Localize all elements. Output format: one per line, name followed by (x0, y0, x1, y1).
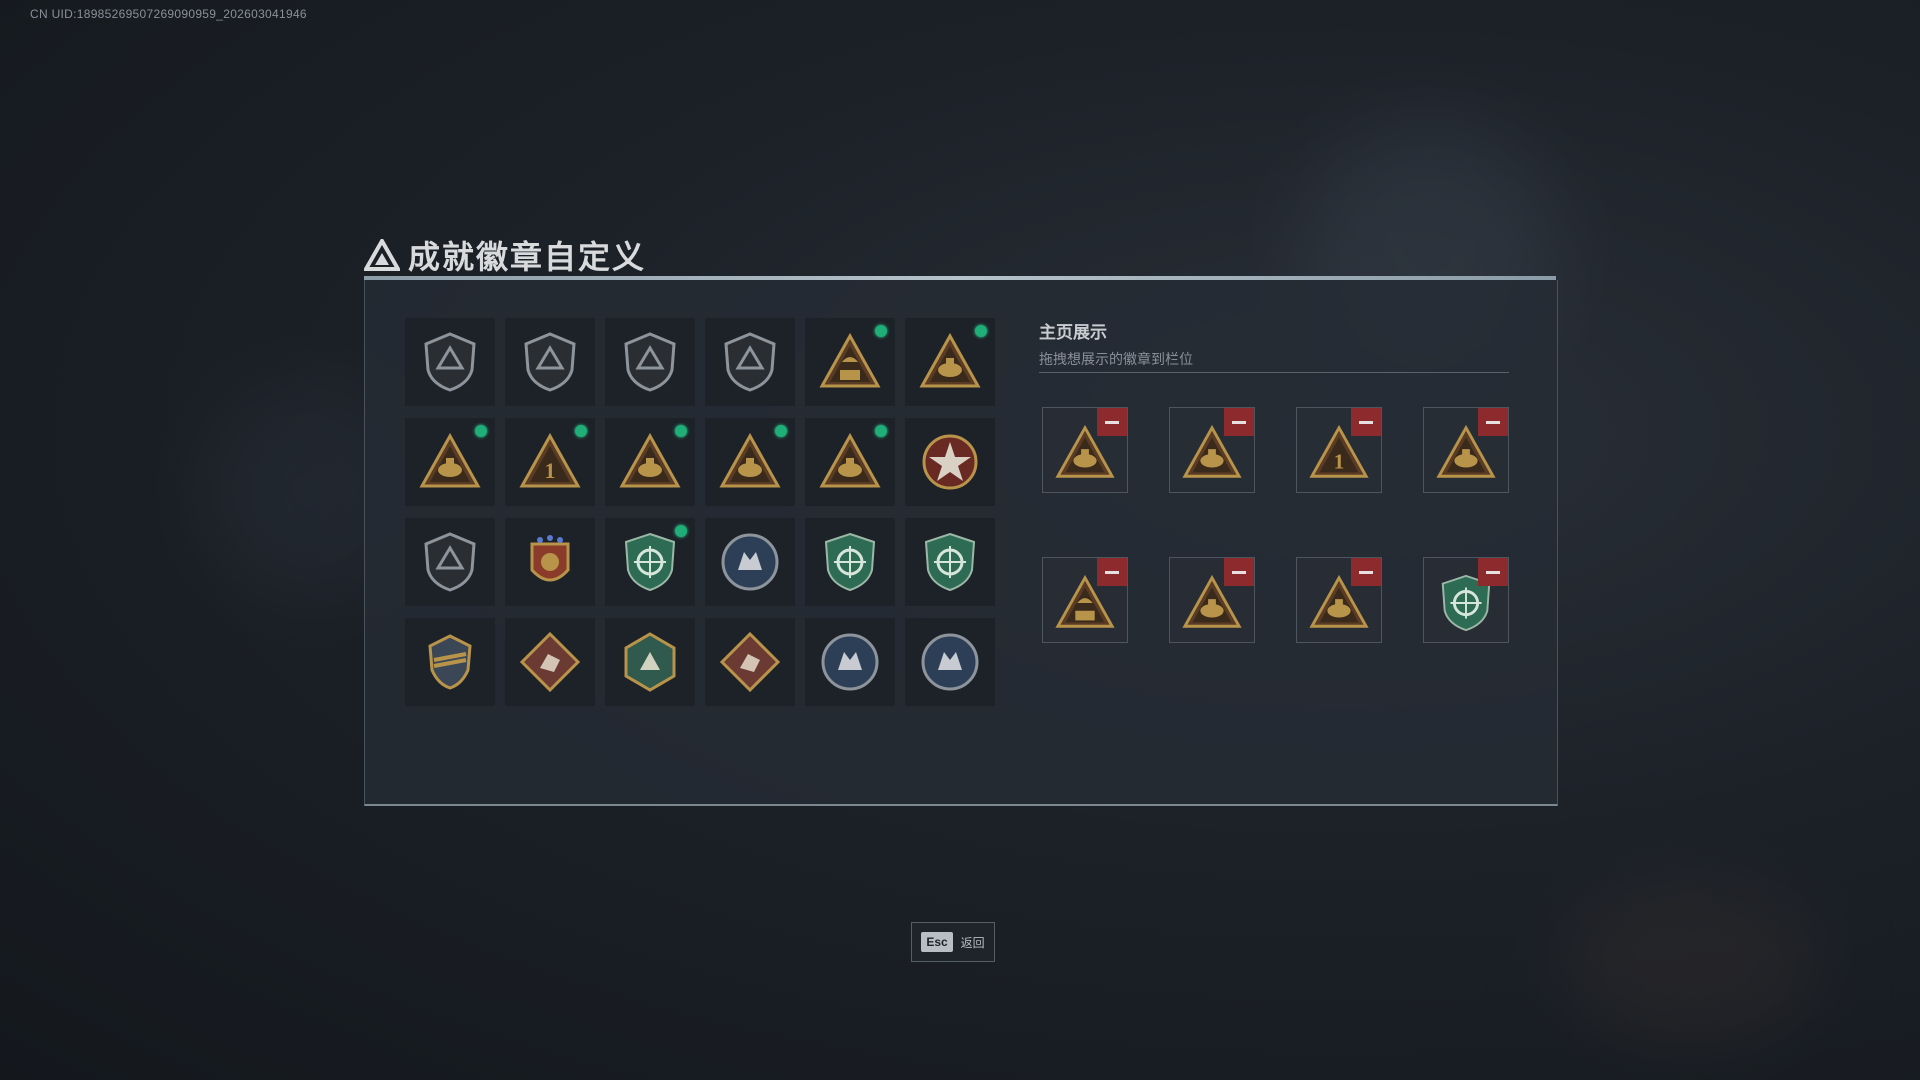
new-indicator-dot (675, 525, 687, 537)
gold-wing-crest-icon (428, 634, 472, 690)
round-wolf-alt-icon (921, 633, 979, 691)
remove-badge-button[interactable] (1351, 408, 1381, 436)
remove-badge-button[interactable] (1224, 558, 1254, 586)
badge-cell[interactable] (605, 518, 695, 606)
badge-cell[interactable] (405, 318, 495, 406)
badge-cell[interactable] (805, 318, 895, 406)
badge-cell[interactable] (605, 618, 695, 706)
badge-cell[interactable] (605, 318, 695, 406)
display-slot[interactable] (1169, 557, 1255, 643)
badge-cell[interactable] (805, 618, 895, 706)
triangle-soldiers-icon (819, 432, 881, 488)
badge-cell[interactable] (705, 418, 795, 506)
back-label: 返回 (960, 935, 985, 950)
badge-cell[interactable] (505, 318, 595, 406)
badge-cell[interactable] (905, 518, 995, 606)
remove-badge-button[interactable] (1097, 558, 1127, 586)
new-indicator-dot (875, 425, 887, 437)
esc-key-hint: Esc (921, 932, 953, 952)
display-divider (1039, 372, 1509, 373)
stars-crest-icon (530, 535, 570, 582)
triangle-crate-icon (619, 432, 681, 488)
svg-text:1: 1 (1334, 450, 1345, 474)
triangle-skull-icon (719, 432, 781, 488)
diamond-beast-icon (519, 631, 581, 693)
display-slot[interactable] (1423, 557, 1509, 643)
remove-badge-button[interactable] (1097, 408, 1127, 436)
shield-diamond-icon (624, 332, 676, 392)
badge-cell[interactable] (405, 518, 495, 606)
badge-cell[interactable] (405, 418, 495, 506)
badge-grid: 1 (405, 318, 995, 706)
new-indicator-dot (575, 425, 587, 437)
badge-cell[interactable] (805, 518, 895, 606)
badge-cell[interactable] (805, 418, 895, 506)
badge-cell[interactable]: 1 (505, 418, 595, 506)
minus-icon (1232, 420, 1246, 424)
new-indicator-dot (475, 425, 487, 437)
display-slot[interactable] (1042, 557, 1128, 643)
badge-cell[interactable] (905, 418, 995, 506)
display-subtitle: 拖拽想展示的徽章到栏位 (1039, 351, 1193, 367)
badge-cell[interactable] (505, 518, 595, 606)
shield-arrow-icon (724, 332, 776, 392)
star-medal-icon (922, 434, 978, 490)
shield-triangle-icon (424, 332, 476, 392)
remove-badge-button[interactable] (1478, 558, 1508, 586)
display-slot[interactable]: 1 (1296, 407, 1382, 493)
triangle-tank-icon (419, 432, 481, 488)
badge-cell[interactable] (605, 418, 695, 506)
minus-icon (1105, 420, 1119, 424)
display-slot[interactable] (1042, 407, 1128, 493)
svg-text:1: 1 (545, 458, 556, 483)
back-button[interactable]: Esc 返回 (911, 922, 995, 962)
new-indicator-dot (675, 425, 687, 437)
green-shield-icon (624, 532, 676, 592)
triangle-hat-icon (919, 332, 981, 388)
badge-cell[interactable] (905, 618, 995, 706)
badge-customize-panel: 1 主页展示 拖拽想展示的徽章到栏位 1 (364, 280, 1558, 806)
page-title: 成就徽章自定义 (408, 239, 647, 275)
minus-icon (1359, 570, 1373, 574)
remove-badge-button[interactable] (1351, 558, 1381, 586)
triangle-logo-icon (364, 239, 400, 271)
display-title: 主页展示 (1039, 323, 1107, 342)
display-slot[interactable] (1169, 407, 1255, 493)
remove-badge-button[interactable] (1224, 408, 1254, 436)
round-wolf-icon (821, 633, 879, 691)
shield-emblem-icon (424, 532, 476, 592)
display-slot[interactable] (1423, 407, 1509, 493)
new-indicator-dot (875, 325, 887, 337)
badge-cell[interactable] (905, 318, 995, 406)
badge-cell[interactable] (405, 618, 495, 706)
green-crosshair-shield-icon (824, 532, 876, 592)
badge-cell[interactable] (705, 518, 795, 606)
new-indicator-dot (975, 325, 987, 337)
badge-cell[interactable] (705, 618, 795, 706)
remove-badge-button[interactable] (1478, 408, 1508, 436)
new-indicator-dot (775, 425, 787, 437)
hex-insect-icon (624, 632, 676, 692)
minus-icon (1105, 570, 1119, 574)
display-slots: 1 (1042, 407, 1509, 643)
homepage-display-header: 主页展示 拖拽想展示的徽章到栏位 (1039, 318, 1509, 369)
minus-icon (1232, 570, 1246, 574)
minus-icon (1486, 570, 1500, 574)
triangle-number-one-icon: 1 (519, 432, 581, 488)
display-slot[interactable] (1296, 557, 1382, 643)
shield-helicopter-icon (524, 332, 576, 392)
page-header: 成就徽章自定义 (364, 232, 646, 278)
diamond-runner-icon (719, 631, 781, 693)
minus-icon (1359, 420, 1373, 424)
minus-icon (1486, 420, 1500, 424)
uid-label: CN UID:18985269507269090959_202603041946 (30, 7, 307, 21)
round-skull-icon (721, 533, 779, 591)
green-crosshair-shield-alt-icon (924, 532, 976, 592)
triangle-56-icon (819, 332, 881, 388)
badge-cell[interactable] (505, 618, 595, 706)
badge-cell[interactable] (705, 318, 795, 406)
